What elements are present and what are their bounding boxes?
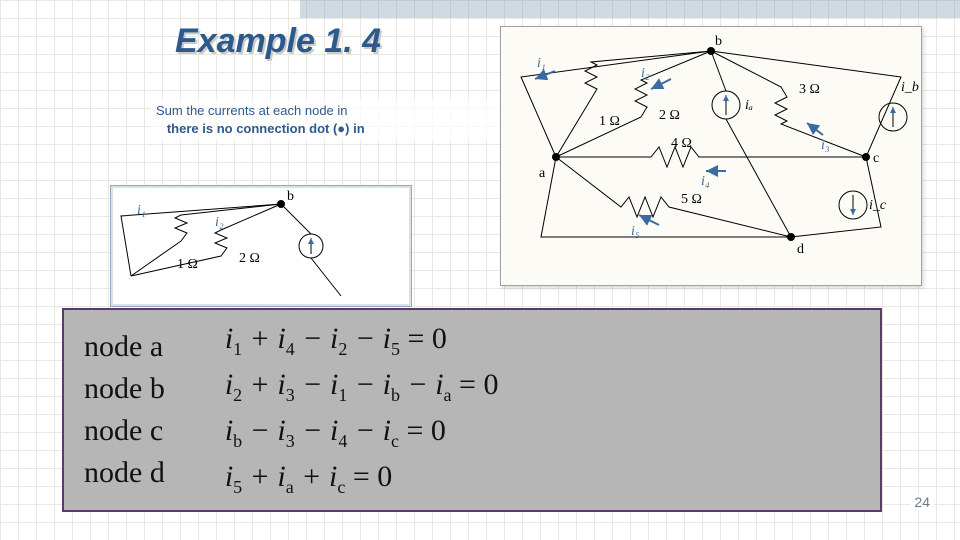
node-c-label: c [873,151,879,166]
page-number: 24 [910,494,934,510]
eq-label-c: node c [84,414,165,448]
eq-label-a: node a [84,330,165,364]
current-ib-label: i_b [901,80,919,95]
current-i2-label: i₂ [641,66,650,81]
resistor-3ohm: 3 Ω [799,82,820,97]
current-i5-label: i₅ [631,224,640,239]
current-i1-label: i₁ [537,56,546,71]
svg-text:i₁: i₁ [137,203,146,218]
current-i3-label: i₃ [821,138,830,153]
svg-text:2 Ω: 2 Ω [239,251,260,266]
svg-text:b: b [287,189,294,204]
current-ic-label: i_c [869,198,887,213]
svg-text:1 Ω: 1 Ω [177,257,198,272]
eq-a: i1 + i4 − i2 − i5 = 0 [225,322,499,360]
node-d-label: d [797,242,804,257]
eq-b: i2 + i3 − i1 − ib − ia = 0 [225,368,499,406]
eq-c: ib − i3 − i4 − ic = 0 [225,414,499,452]
equation-labels: node a node b node c node d [84,330,165,490]
circuit-figure-small: b i₁ i₂ 1 Ω 2 Ω [110,185,412,307]
svg-text:i₂: i₂ [215,215,224,230]
node-a-label: a [539,166,546,181]
equations-panel: node a node b node c node d i1 + i4 − i2… [62,308,882,512]
instruction-line: Sum the currents at each node in [156,103,348,118]
header-accent-bar [300,0,960,18]
equation-expressions: i1 + i4 − i2 − i5 = 0 i2 + i3 − i1 − ib … [225,322,499,498]
resistor-4ohm: 4 Ω [671,136,692,151]
page-title: Example 1. 4 [175,22,381,61]
current-i4-label: i₄ [701,174,710,189]
instruction-line-bold: there is no connection dot (●) in [167,121,365,136]
eq-d: i5 + ia + ic = 0 [225,460,499,498]
resistor-5ohm: 5 Ω [681,192,702,207]
resistor-2ohm: 2 Ω [659,108,680,123]
eq-label-d: node d [84,456,165,490]
node-b-label: b [715,34,722,49]
eq-label-b: node b [84,372,165,406]
resistor-1ohm: 1 Ω [599,114,620,129]
current-ia-label: iₐ [745,98,753,113]
circuit-figure-large: b a c d 1 Ω 2 Ω 3 Ω 4 Ω 5 Ω iₐ i_b [500,26,922,286]
